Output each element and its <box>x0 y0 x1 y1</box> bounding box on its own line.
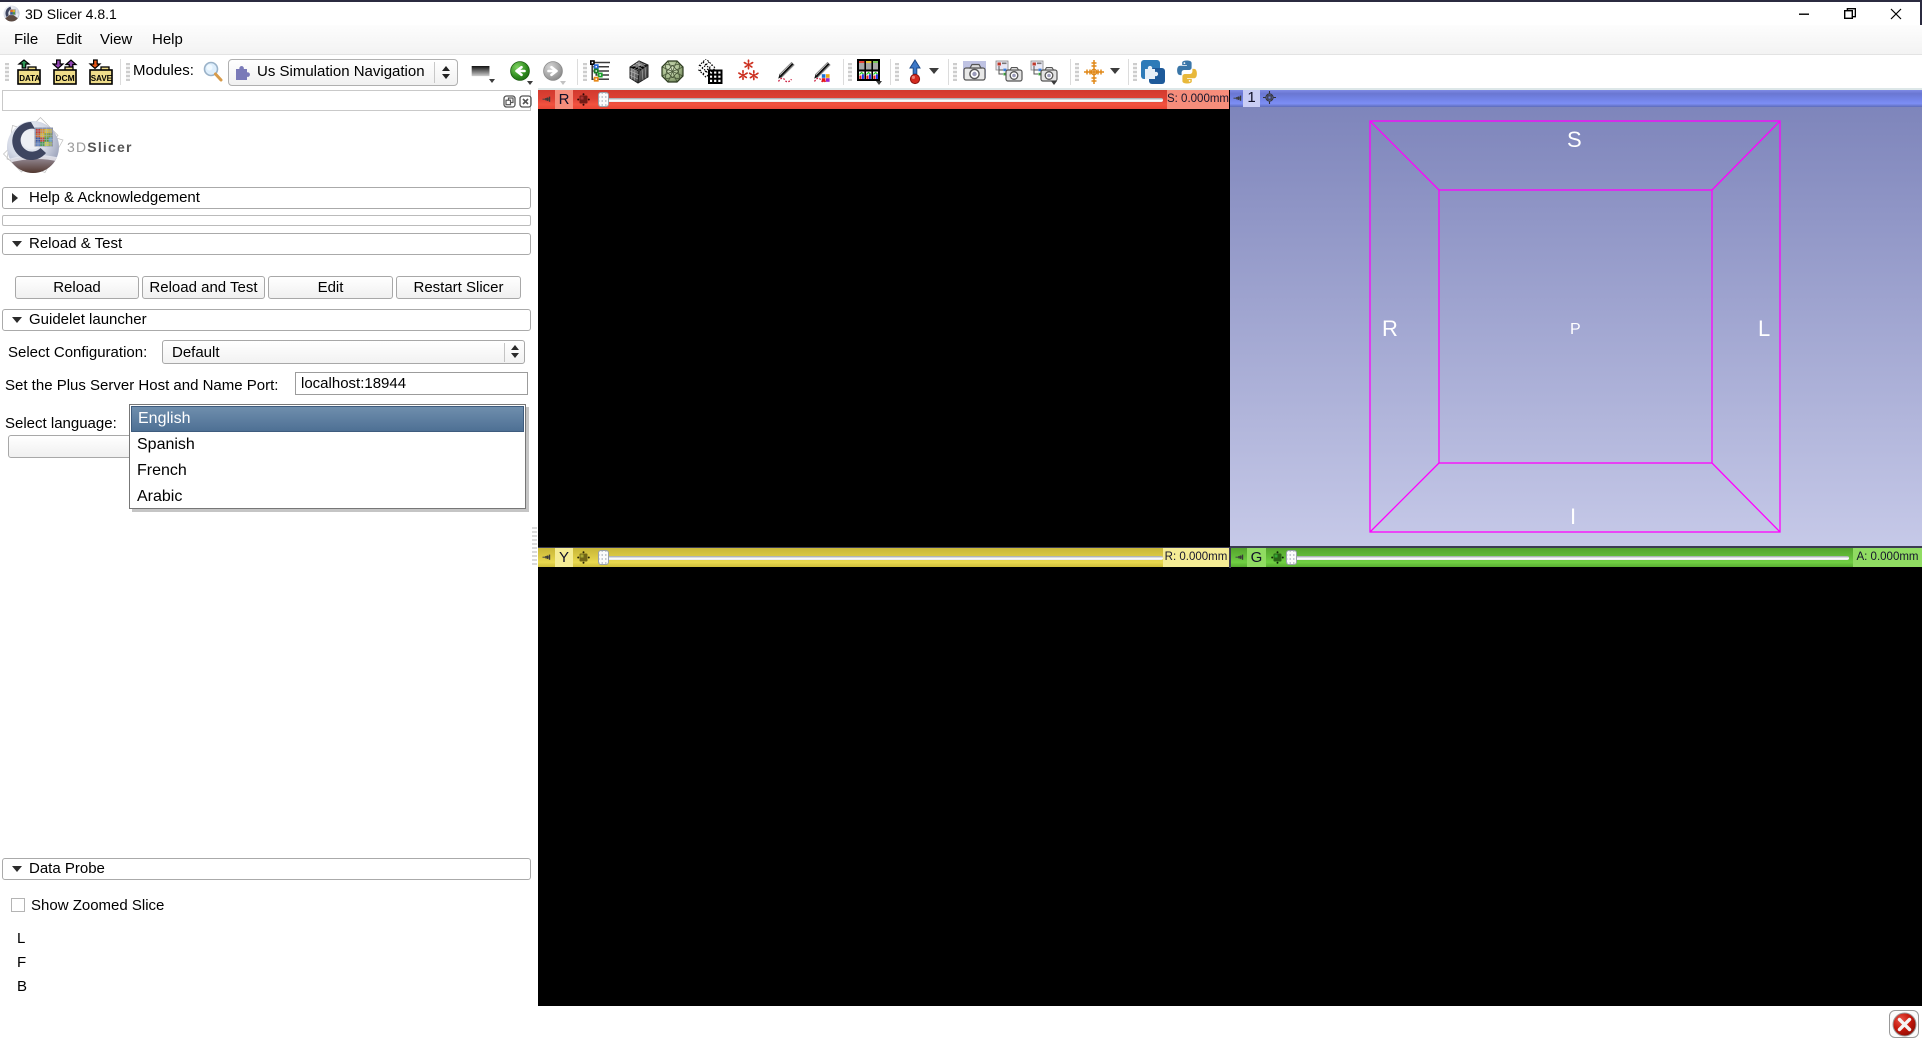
svg-text:I: I <box>1570 504 1576 529</box>
svg-text:SAVE: SAVE <box>91 74 113 83</box>
svg-text:DCM: DCM <box>55 73 74 83</box>
svg-text:R: R <box>1382 316 1398 341</box>
svg-text:P: P <box>1570 321 1581 338</box>
svg-text:L: L <box>1758 316 1770 341</box>
svg-text:DATA: DATA <box>19 74 40 83</box>
svg-text:S: S <box>1567 127 1582 152</box>
